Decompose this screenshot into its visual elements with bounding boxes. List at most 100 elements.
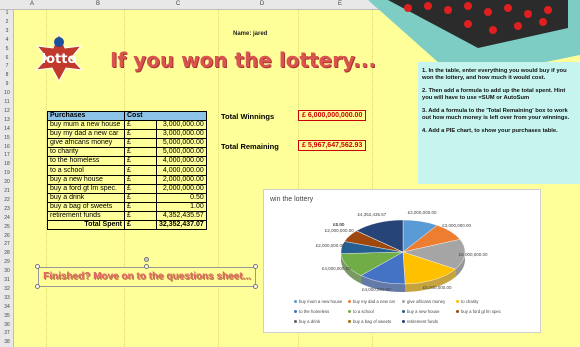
row-header[interactable]: 25 [1,224,13,230]
row-header[interactable]: 30 [1,268,13,274]
row-header[interactable]: 3 [1,28,13,34]
row-header[interactable]: 31 [1,277,13,283]
column-header-b[interactable]: B [88,1,108,7]
rotate-handle[interactable] [144,257,149,262]
row-header[interactable]: 8 [1,72,13,78]
row-header[interactable]: 14 [1,126,13,132]
row-header[interactable]: 2 [1,19,13,25]
purchase-currency[interactable]: £ [124,165,157,176]
legend-item[interactable]: buy a ford gt lm spec [456,309,510,314]
purchase-amount[interactable]: 4,352,435.57 [156,210,207,222]
row-header[interactable]: 6 [1,55,13,61]
row-header[interactable]: 32 [1,286,13,292]
total-currency[interactable]: £ [124,220,157,231]
row-header[interactable]: 4 [1,37,13,43]
row-header[interactable]: 7 [1,63,13,69]
legend-item[interactable]: buy mum a new house [294,299,348,304]
purchase-amount[interactable]: 2,000,000.00 [156,174,207,185]
finished-banner[interactable]: Finished? Move on to the questions sheet… [38,267,256,287]
purchase-currency[interactable]: £ [124,147,157,158]
row-header[interactable]: 23 [1,206,13,212]
resize-handle[interactable] [253,284,258,289]
column-header-e[interactable]: E [330,1,350,7]
row-header[interactable]: 9 [1,81,13,87]
purchase-item[interactable]: to a school [47,165,125,176]
row-header[interactable]: 12 [1,108,13,114]
legend-item[interactable]: buy a bag of sweets [348,319,402,324]
resize-handle[interactable] [35,284,40,289]
row-header[interactable]: 17 [1,152,13,158]
resize-handle[interactable] [35,264,40,269]
purchase-amount[interactable]: 3,000,000.00 [156,129,207,140]
row-header[interactable]: 33 [1,295,13,301]
purchase-item[interactable]: buy a bag of sweets [47,201,125,212]
legend-item[interactable]: buy my dad a new car [348,299,402,304]
purchase-currency[interactable]: £ [124,210,157,222]
legend-item[interactable]: to charity [456,299,510,304]
row-header[interactable]: 38 [1,339,13,345]
purchase-currency[interactable]: £ [124,201,157,212]
row-header[interactable]: 26 [1,233,13,239]
column-header-a[interactable]: A [22,1,42,7]
row-header[interactable]: 11 [1,99,13,105]
purchase-item[interactable]: retirement funds [47,210,125,222]
purchase-amount[interactable]: 3,000,000.00 [156,119,207,131]
header-purchases[interactable]: Purchases [47,111,125,121]
row-header[interactable]: 21 [1,188,13,194]
legend-item[interactable]: retirement funds [402,319,456,324]
purchase-item[interactable]: buy mum a new house [47,119,125,131]
row-header[interactable]: 24 [1,215,13,221]
row-header[interactable]: 34 [1,304,13,310]
purchase-item[interactable]: to the homeless [47,156,125,167]
purchase-amount[interactable]: 1.00 [156,201,207,212]
purchase-item[interactable]: buy a drink [47,192,125,203]
resize-handle[interactable] [253,264,258,269]
legend-item[interactable]: buy a drink [294,319,348,324]
row-header[interactable]: 10 [1,90,13,96]
resize-handle[interactable] [144,264,149,269]
pie-chart[interactable]: win the lottery £3,000,000.00 £3,000,000.… [263,189,541,333]
purchase-currency[interactable]: £ [124,129,157,140]
purchase-currency[interactable]: £ [124,138,157,149]
legend-item[interactable]: to the homeless [294,309,348,314]
purchase-item[interactable]: buy a ford gt lm spec. [47,183,125,194]
header-cost[interactable]: Cost [124,111,207,121]
purchase-amount[interactable]: 2,000,000.00 [156,183,207,194]
purchase-amount[interactable]: 5,000,000.00 [156,147,207,158]
purchase-item[interactable]: buy a new house [47,174,125,185]
row-header[interactable]: 20 [1,179,13,185]
row-header[interactable]: 13 [1,117,13,123]
purchase-currency[interactable]: £ [124,156,157,167]
total-remaining-value[interactable]: £ 5,967,647,562.93 [298,140,367,151]
purchase-amount[interactable]: 5,000,000.00 [156,138,207,149]
purchase-currency[interactable]: £ [124,174,157,185]
purchase-item[interactable]: buy my dad a new car [47,129,125,140]
total-spent-value[interactable]: 32,352,437.07 [156,220,207,231]
row-header[interactable]: 1 [1,10,13,16]
row-header[interactable]: 5 [1,46,13,52]
legend-item[interactable]: to a school [348,309,402,314]
column-header-c[interactable]: C [168,1,188,7]
total-winnings-label[interactable]: Total Winnings [221,112,274,121]
row-header[interactable]: 19 [1,170,13,176]
instructions-box[interactable]: 1. In the table, enter everything you wo… [418,62,580,184]
legend-item[interactable]: give africans money [402,299,456,304]
total-winnings-value[interactable]: £ 6,000,000,000.00 [298,110,367,121]
purchase-currency[interactable]: £ [124,183,157,194]
row-header[interactable]: 37 [1,330,13,336]
row-header[interactable]: 36 [1,322,13,328]
purchase-item[interactable]: to charity [47,147,125,158]
row-header[interactable]: 22 [1,197,13,203]
purchase-currency[interactable]: £ [124,192,157,203]
row-header[interactable]: 27 [1,241,13,247]
row-header[interactable]: 16 [1,144,13,150]
purchase-amount[interactable]: 4,000,000.00 [156,165,207,176]
row-header[interactable]: 28 [1,250,13,256]
purchase-currency[interactable]: £ [124,119,157,131]
purchase-item[interactable]: give africans money [47,138,125,149]
purchase-amount[interactable]: 4,000,000.00 [156,156,207,167]
column-header-d[interactable]: D [252,1,272,7]
total-spent-label[interactable]: Total Spent [47,220,125,231]
row-header[interactable]: 35 [1,313,13,319]
row-header[interactable]: 29 [1,259,13,265]
